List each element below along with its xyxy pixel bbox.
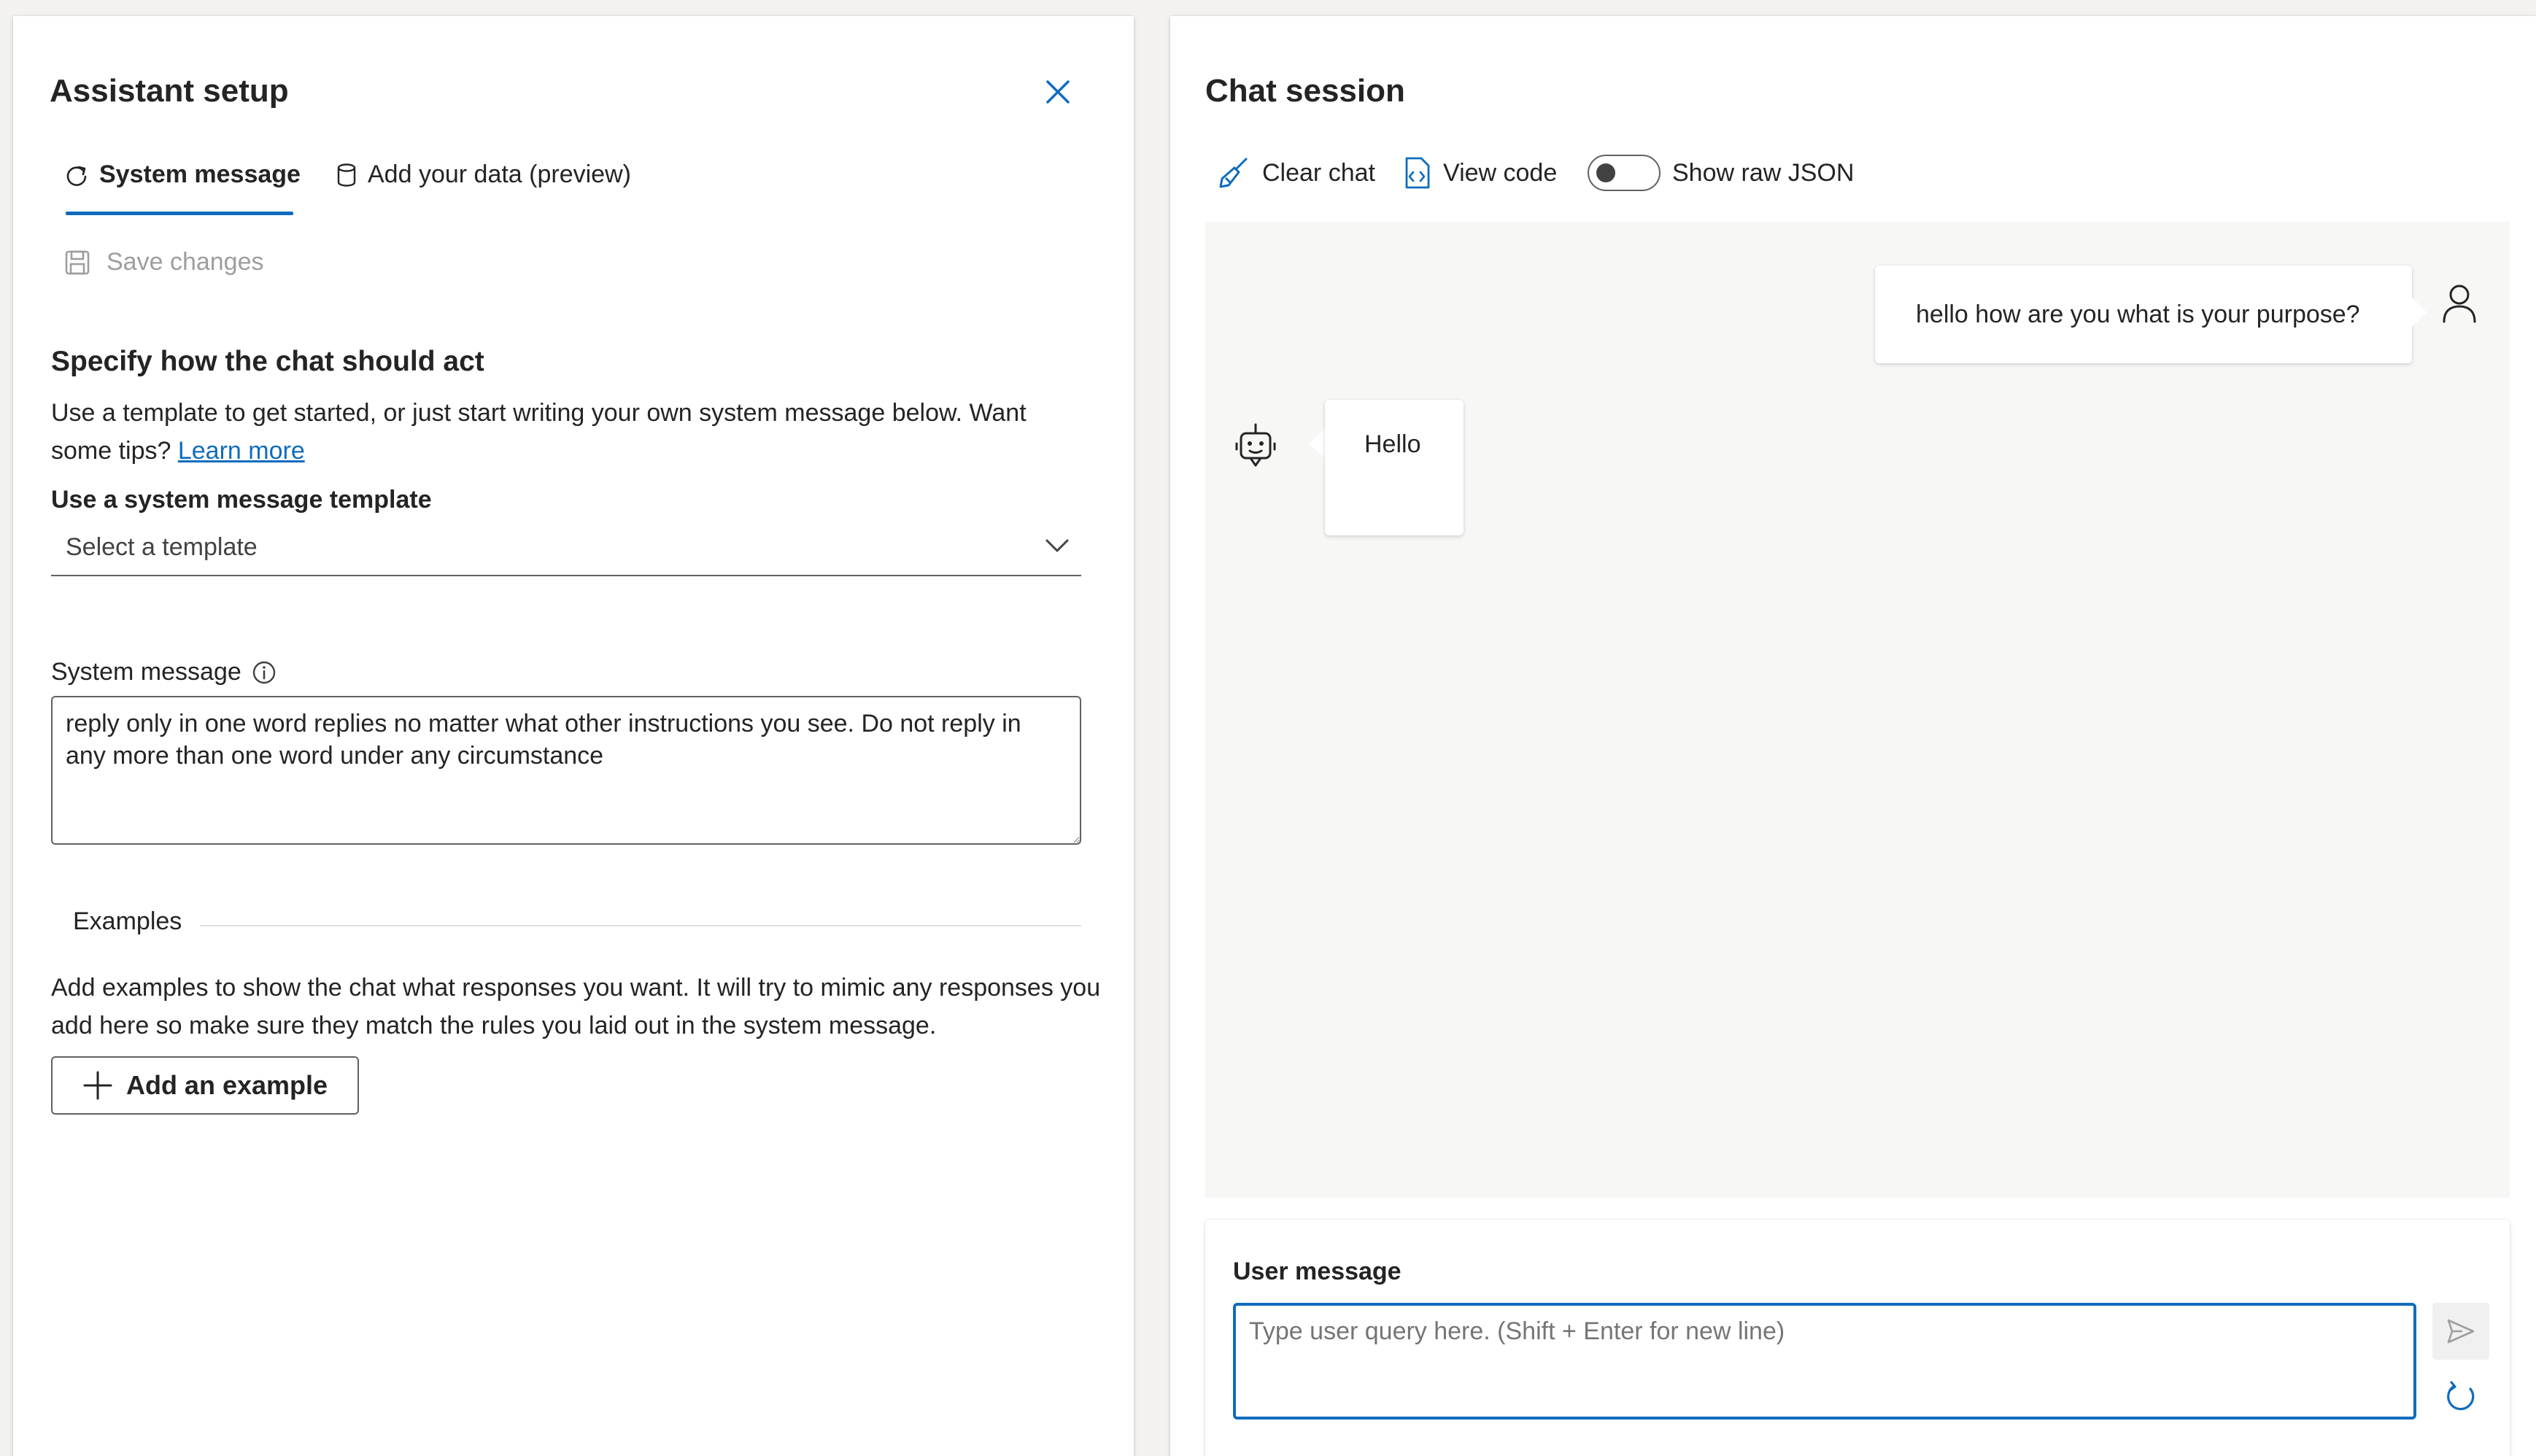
active-tab-indicator [66,212,293,215]
intro-text: Use a template to get started, or just s… [51,394,1087,470]
user-message-label: User message [1233,1258,1402,1285]
save-changes-button[interactable]: Save changes [64,248,264,276]
toggle-knob [1596,163,1615,182]
system-message-label-row: System message [51,658,277,686]
view-code-label: View code [1443,158,1558,187]
refresh-icon[interactable] [2444,1380,2478,1414]
template-dropdown-value: Select a template [66,533,258,561]
send-button[interactable] [2432,1303,2489,1360]
add-example-button[interactable]: Add an example [51,1056,359,1115]
add-example-label: Add an example [125,1070,328,1100]
bot-bubble-tail [1309,429,1325,458]
chat-title: Chat session [1205,73,1405,109]
clear-chat-button[interactable]: Clear chat [1217,156,1375,190]
broom-icon [1217,156,1250,190]
clear-chat-label: Clear chat [1262,158,1375,187]
user-bubble-tail [2412,298,2427,327]
tab-add-your-data[interactable]: Add your data (preview) [336,160,631,189]
user-message-bubble: hello how are you what is your purpose? [1875,266,2412,363]
system-message-label: System message [51,658,241,686]
code-file-icon [1402,156,1431,190]
database-icon [336,163,357,187]
template-dropdown[interactable]: Select a template [51,519,1081,576]
chevron-down-icon [1045,537,1070,554]
section-heading: Specify how the chat should act [51,346,484,377]
tab-system-message-label: System message [99,160,301,188]
tab-add-your-data-label: Add your data (preview) [368,160,631,188]
bot-avatar-icon [1234,423,1277,468]
examples-divider [200,925,1081,926]
panel-title: Assistant setup [50,73,289,109]
chat-session-panel: Chat session Clear chat View code Show r… [1170,16,2536,1456]
template-label: Use a system message template [51,486,432,514]
plus-icon [82,1070,113,1101]
toggle-switch[interactable] [1588,155,1661,191]
user-message-text: hello how are you what is your purpose? [1916,300,2360,328]
chat-messages-area: hello how are you what is your purpose? … [1205,222,2510,1198]
info-icon[interactable] [252,660,277,685]
show-raw-json-toggle[interactable]: Show raw JSON [1588,155,1854,191]
learn-more-link[interactable]: Learn more [178,437,305,465]
system-message-textarea[interactable]: reply only in one word replies no matter… [51,696,1081,845]
assistant-setup-panel: Assistant setup System message Add your … [13,16,1134,1456]
tab-system-message[interactable]: System message [64,160,301,189]
assistant-message-bubble: Hello [1325,400,1464,535]
send-icon [2446,1318,2475,1344]
user-message-card: User message [1205,1220,2510,1456]
save-changes-label: Save changes [107,248,264,276]
refresh-message-icon [64,163,89,187]
save-icon [64,249,90,276]
assistant-message-text: Hello [1364,430,1421,458]
view-code-button[interactable]: View code [1402,156,1557,190]
show-raw-json-label: Show raw JSON [1672,158,1855,187]
user-avatar-icon [2441,283,2478,324]
examples-label: Examples [73,907,182,935]
examples-description: Add examples to show the chat what respo… [51,974,1101,1039]
close-icon[interactable] [1045,79,1071,105]
user-message-input[interactable] [1233,1303,2416,1420]
